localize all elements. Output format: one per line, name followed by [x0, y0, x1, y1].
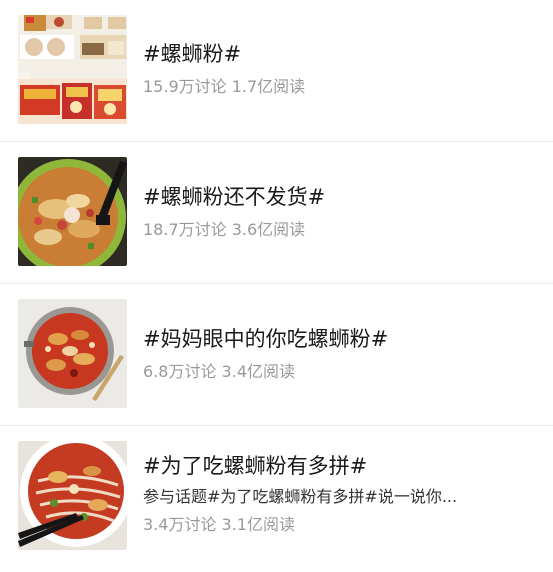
discussion-count: 3.4万讨论: [143, 515, 217, 534]
topic-text: #螺蛳粉还不发货# 18.7万讨论 3.6亿阅读: [143, 183, 539, 241]
topic-stats: 18.7万讨论 3.6亿阅读: [143, 219, 539, 241]
topic-title[interactable]: #妈妈眼中的你吃螺蛳粉#: [143, 325, 539, 353]
topic-title[interactable]: #为了吃螺蛳粉有多拼#: [143, 452, 539, 480]
topic-thumbnail[interactable]: [18, 299, 127, 408]
read-count: 1.7亿阅读: [231, 77, 306, 96]
topic-text: #螺蛳粉# 15.9万讨论 1.7亿阅读: [143, 40, 539, 98]
topic-text: #妈妈眼中的你吃螺蛳粉# 6.8万讨论 3.4亿阅读: [143, 325, 539, 383]
topic-thumbnail[interactable]: [18, 441, 127, 550]
topic-text: #为了吃螺蛳粉有多拼# 参与话题#为了吃螺蛳粉有多拼#说一说你... 3.4万讨…: [143, 452, 539, 536]
discussion-count: 6.8万讨论: [143, 362, 217, 381]
discussion-count: 18.7万讨论: [143, 220, 227, 239]
topic-list: #螺蛳粉# 15.9万讨论 1.7亿阅读 #螺蛳粉还不发货# 18.7万讨论 3…: [0, 0, 553, 572]
topic-thumbnail[interactable]: [18, 157, 127, 266]
topic-item[interactable]: #螺蛳粉# 15.9万讨论 1.7亿阅读: [0, 0, 553, 142]
topic-stats: 3.4万讨论 3.1亿阅读: [143, 514, 539, 536]
topic-thumbnail[interactable]: [18, 15, 127, 124]
topic-item[interactable]: #螺蛳粉还不发货# 18.7万讨论 3.6亿阅读: [0, 142, 553, 284]
instant-noodle-packages-image: [18, 15, 127, 124]
discussion-count: 15.9万讨论: [143, 77, 227, 96]
topic-stats: 6.8万讨论 3.4亿阅读: [143, 361, 539, 383]
noodle-bowl-with-chopsticks-image: [18, 157, 127, 266]
read-count: 3.1亿阅读: [221, 515, 295, 534]
topic-stats: 15.9万讨论 1.7亿阅读: [143, 76, 539, 98]
topic-title[interactable]: #螺蛳粉#: [143, 40, 539, 68]
topic-title[interactable]: #螺蛳粉还不发货#: [143, 183, 539, 211]
topic-description: 参与话题#为了吃螺蛳粉有多拼#说一说你...: [143, 487, 458, 506]
read-count: 3.4亿阅读: [221, 362, 295, 381]
topic-item[interactable]: #妈妈眼中的你吃螺蛳粉# 6.8万讨论 3.4亿阅读: [0, 284, 553, 426]
topic-item[interactable]: #为了吃螺蛳粉有多拼# 参与话题#为了吃螺蛳粉有多拼#说一说你... 3.4万讨…: [0, 426, 553, 568]
red-noodle-soup-bowl-image: [18, 441, 127, 550]
spicy-noodle-pot-image: [18, 299, 127, 408]
read-count: 3.6亿阅读: [231, 220, 306, 239]
